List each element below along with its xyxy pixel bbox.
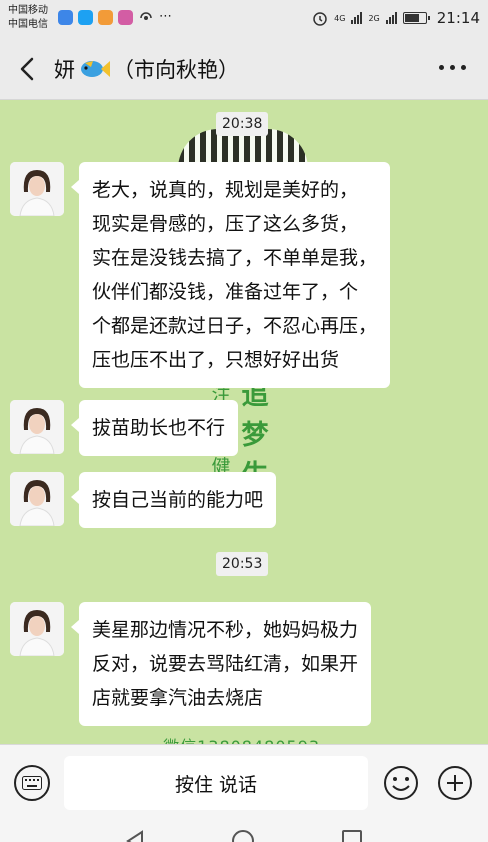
network-type-1: 4G — [334, 13, 346, 23]
background-footer-text: 一 微信13808480593一 — [140, 733, 337, 744]
avatar[interactable] — [10, 602, 64, 656]
app-notification-icon — [118, 10, 133, 25]
message-line: 反对，说要去骂陆红清，如果开 — [92, 653, 359, 675]
message-line: 老大，说真的，规划是美好的， — [92, 179, 359, 201]
nav-recent-apps-icon[interactable] — [342, 830, 362, 842]
message-line: 现实是骨感的，压了这么多货， — [92, 213, 359, 235]
system-nav-bar — [0, 822, 488, 842]
message-line: 伙伴们都没钱，准备过年了，个 — [92, 281, 359, 303]
hotspot-icon — [140, 12, 152, 20]
contact-name: 妍 — [54, 58, 75, 82]
message-line: 个都是还款过日子，不忍心再压， — [92, 315, 378, 337]
alarm-icon — [313, 12, 327, 26]
message-bubble[interactable]: 老大，说真的，规划是美好的， 现实是骨感的，压了这么多货， 实在是没钱去搞了，不… — [70, 162, 391, 388]
chat-header: 妍 （市向秋艳） — [0, 38, 488, 100]
back-arrow-icon[interactable] — [16, 56, 40, 82]
contact-remark: （市向秋艳） — [113, 58, 239, 82]
message-line: 拔苗助长也不行 — [92, 417, 226, 439]
message-line: 美星那边情况不秒，她妈妈极力 — [92, 619, 359, 641]
carrier-labels: 中国移动 中国电信 — [8, 4, 48, 32]
avatar-image — [10, 162, 64, 216]
app-notification-icon — [98, 10, 113, 25]
more-options-icon[interactable] — [439, 65, 466, 70]
message-line: 按自己当前的能力吧 — [92, 489, 264, 511]
avatar[interactable] — [10, 162, 64, 216]
message-line: 店就要拿汽油去烧店 — [92, 687, 264, 709]
message-bubble[interactable]: 美星那边情况不秒，她妈妈极力 反对，说要去骂陆红清，如果开 店就要拿汽油去烧店 — [70, 602, 372, 726]
keyboard-toggle-icon[interactable] — [14, 765, 50, 801]
nav-home-icon[interactable] — [232, 830, 254, 842]
plus-icon[interactable] — [437, 765, 473, 801]
notification-icons: ⋯ — [58, 10, 172, 26]
app-notification-icon — [78, 10, 93, 25]
avatar-image — [10, 472, 64, 526]
input-bar: 按住 说话 — [0, 744, 488, 822]
carrier-2: 中国电信 — [8, 19, 48, 30]
nav-back-icon[interactable] — [124, 830, 146, 842]
signal-icon — [385, 12, 397, 24]
avatar[interactable] — [10, 400, 64, 454]
avatar-image — [10, 400, 64, 454]
hold-to-talk-button[interactable]: 按住 说话 — [64, 756, 368, 810]
fish-emoji-icon — [81, 61, 110, 77]
message-bubble[interactable]: 拔苗助长也不行 — [70, 400, 239, 456]
message-line: 实在是没钱去搞了，不单单是我， — [92, 247, 378, 269]
message-line: 压也压不出了，只想好好出货 — [92, 349, 340, 371]
battery-icon — [402, 12, 430, 24]
carrier-1: 中国移动 — [8, 5, 48, 16]
more-notifications-icon: ⋯ — [159, 9, 172, 24]
avatar-image — [10, 602, 64, 656]
emoji-icon[interactable] — [383, 765, 419, 801]
timestamp: 20:38 — [216, 112, 269, 136]
clock: 21:14 — [436, 9, 480, 27]
status-right: 4G 2G 21:14 — [312, 9, 480, 27]
network-type-2: 2G — [368, 13, 380, 23]
app-notification-icon — [58, 10, 73, 25]
signal-icon — [351, 12, 363, 24]
message-bubble[interactable]: 按自己当前的能力吧 — [70, 472, 277, 528]
chat-title: 妍 （市向秋艳） — [54, 54, 239, 84]
avatar[interactable] — [10, 472, 64, 526]
status-bar: 中国移动 中国电信 ⋯ 4G 2G 21:14 — [0, 0, 488, 38]
timestamp: 20:53 — [216, 552, 269, 576]
chat-history[interactable]: 注 重 生 健 康 追 梦 生 活 一 微信13808480593一 20:38… — [0, 101, 488, 744]
